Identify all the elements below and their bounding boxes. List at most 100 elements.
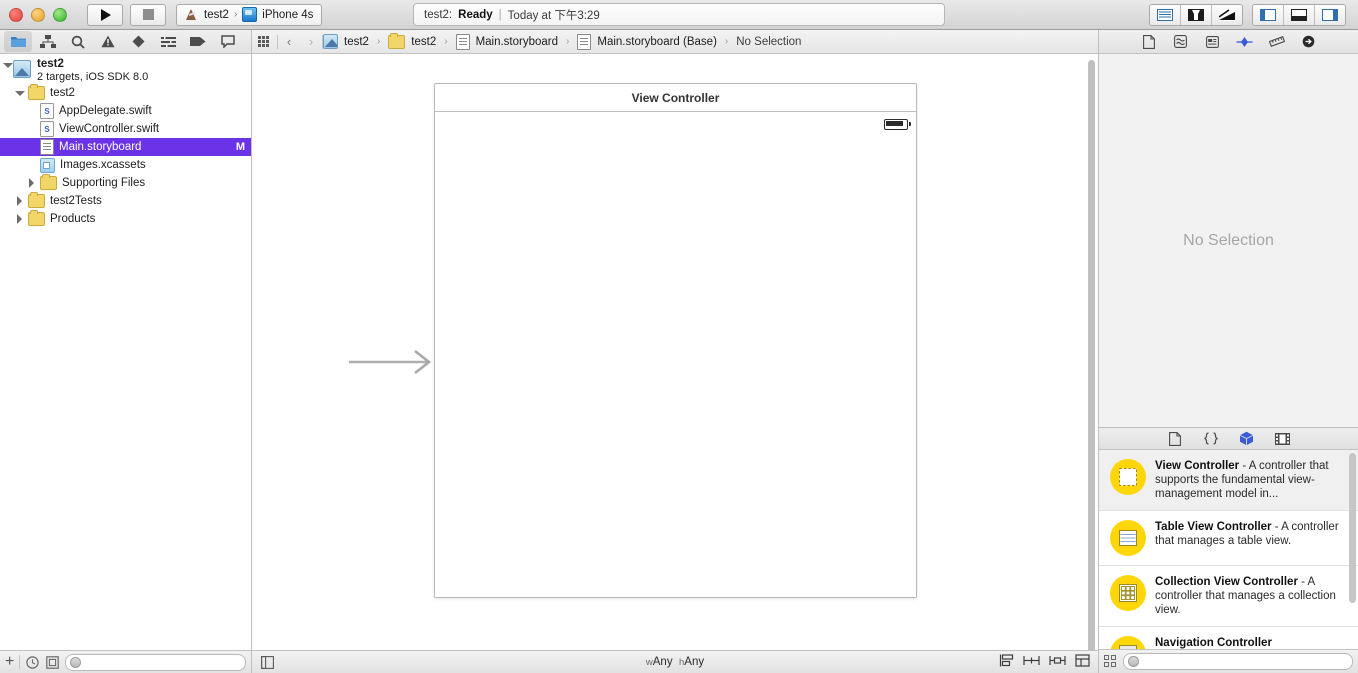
utilities-toggle-button[interactable] xyxy=(1315,4,1345,25)
inspector-tab-identity[interactable] xyxy=(1203,33,1223,51)
project-icon xyxy=(13,60,31,78)
navigator-tab-breakpoint[interactable] xyxy=(184,31,212,52)
inspector-tab-file[interactable] xyxy=(1139,33,1159,51)
identity-icon xyxy=(1206,35,1219,48)
library-tab-code-snippet[interactable] xyxy=(1202,431,1220,447)
close-window-button[interactable] xyxy=(9,7,23,22)
navigator-tab-find[interactable] xyxy=(64,31,92,52)
stop-button[interactable] xyxy=(130,3,166,26)
disclosure-triangle-icon[interactable] xyxy=(14,214,25,224)
recent-files-filter-button[interactable] xyxy=(25,655,40,670)
inspector-tab-size[interactable] xyxy=(1267,33,1287,51)
document-icon xyxy=(1142,34,1155,49)
navigator-tab-test[interactable] xyxy=(124,31,152,52)
quick-help-icon xyxy=(1174,35,1187,48)
scene-view[interactable] xyxy=(435,112,916,597)
status-separator: | xyxy=(498,8,502,21)
library-item-collection-view-controller[interactable]: Collection View Controller - A controlle… xyxy=(1099,566,1358,627)
tree-row-supporting-files[interactable]: Supporting Files xyxy=(0,174,251,192)
breadcrumb-item-group[interactable]: test2 xyxy=(411,36,436,48)
tree-row-appdelegate[interactable]: S AppDelegate.swift xyxy=(0,102,251,120)
tree-item-label: Products xyxy=(50,213,96,225)
navigator-panel: test2 2 targets, iOS SDK 8.0 test2 S App… xyxy=(0,30,252,673)
disclosure-triangle-icon[interactable] xyxy=(26,178,37,188)
library-vertical-scrollbar[interactable] xyxy=(1349,453,1356,603)
object-library-list[interactable]: View Controller - A controller that supp… xyxy=(1099,450,1358,649)
library-filter-field[interactable] xyxy=(1123,653,1353,670)
tree-row-viewcontroller[interactable]: S ViewController.swift xyxy=(0,120,251,138)
navigator-tab-log[interactable] xyxy=(214,31,242,52)
initial-view-controller-arrow xyxy=(349,349,432,375)
storyboard-file-icon xyxy=(455,33,470,50)
scheme-project-icon xyxy=(185,8,199,21)
navigator-tab-symbol[interactable] xyxy=(34,31,62,52)
navigator-tab-debug[interactable] xyxy=(154,31,182,52)
toolbar-right xyxy=(1149,3,1358,26)
forward-button[interactable]: › xyxy=(300,34,322,49)
library-tab-file-template[interactable] xyxy=(1166,431,1184,447)
version-editor-button[interactable] xyxy=(1212,4,1242,25)
assistant-editor-button[interactable] xyxy=(1181,4,1212,25)
tree-item-label: Images.xcassets xyxy=(60,159,146,171)
folder-icon xyxy=(40,174,57,190)
minimize-window-button[interactable] xyxy=(31,7,45,22)
breadcrumb-separator: › xyxy=(444,36,448,47)
size-class-indicator[interactable]: wAny hAny xyxy=(252,656,1098,668)
connections-arrow-icon xyxy=(1302,35,1315,48)
navigator-bottom-bar: + xyxy=(0,650,251,673)
navigator-tab-issue[interactable] xyxy=(94,31,122,52)
disclosure-triangle-icon[interactable] xyxy=(14,91,25,96)
scene-title: View Controller xyxy=(435,84,916,112)
window-controls xyxy=(0,7,67,22)
disclosure-triangle-icon[interactable] xyxy=(2,63,13,68)
folder-icon xyxy=(28,192,45,208)
back-button[interactable]: ‹ xyxy=(278,34,300,49)
status-badge: M xyxy=(235,141,245,153)
navigator-tab-project[interactable] xyxy=(4,31,32,52)
inspector-tab-quick-help[interactable] xyxy=(1171,33,1191,51)
add-file-button[interactable]: + xyxy=(5,654,14,670)
breadcrumb-item-base[interactable]: Main.storyboard (Base) xyxy=(597,36,717,48)
library-item-view-controller[interactable]: View Controller - A controller that supp… xyxy=(1099,450,1358,511)
navigator-filter-field[interactable] xyxy=(65,653,246,671)
standard-editor-button[interactable] xyxy=(1150,4,1181,25)
assistant-editor-icon xyxy=(1188,8,1204,21)
inspector-tab-attributes[interactable] xyxy=(1235,33,1255,51)
scheme-selector[interactable]: test2 › iPhone 4s xyxy=(176,3,323,26)
media-filmstrip-icon xyxy=(1275,432,1290,445)
breadcrumb-item-project[interactable]: test2 xyxy=(344,36,369,48)
library-item-navigation-controller[interactable]: Navigation Controller xyxy=(1099,627,1358,649)
library-grid-toggle-button[interactable] xyxy=(1104,655,1117,668)
inspector-empty-label: No Selection xyxy=(1183,231,1274,249)
tree-row-main-storyboard[interactable]: Main.storyboard M xyxy=(0,138,251,156)
library-tab-object[interactable] xyxy=(1238,431,1256,447)
tree-row-test2tests[interactable]: test2Tests xyxy=(0,192,251,210)
tree-row-project[interactable]: test2 2 targets, iOS SDK 8.0 xyxy=(0,58,251,84)
status-state: Ready xyxy=(458,8,493,21)
source-control-filter-button[interactable] xyxy=(45,655,60,670)
run-button[interactable] xyxy=(87,3,123,26)
breadcrumb-item-file[interactable]: Main.storyboard xyxy=(476,36,558,48)
library-tab-bar xyxy=(1099,427,1358,450)
storyboard-canvas[interactable]: View Controller xyxy=(252,54,1098,650)
library-item-table-view-controller[interactable]: Table View Controller - A controller tha… xyxy=(1099,511,1358,566)
debug-area-toggle-button[interactable] xyxy=(1284,4,1315,25)
zoom-window-button[interactable] xyxy=(53,7,67,22)
battery-icon xyxy=(884,119,911,130)
view-controller-scene[interactable]: View Controller xyxy=(434,83,917,598)
navigator-toggle-button[interactable] xyxy=(1253,4,1284,25)
canvas-vertical-scrollbar[interactable] xyxy=(1088,60,1095,650)
status-project: test2: xyxy=(424,8,453,21)
navigation-controller-icon xyxy=(1110,636,1146,649)
inspector-tab-connections[interactable] xyxy=(1299,33,1319,51)
library-tab-media[interactable] xyxy=(1274,431,1292,447)
scheme-project-label: test2 xyxy=(204,8,229,21)
hierarchy-icon xyxy=(40,35,56,48)
related-items-icon[interactable] xyxy=(258,36,271,47)
utilities-panel-icon xyxy=(1322,8,1338,21)
tree-row-images-xcassets[interactable]: Images.xcassets xyxy=(0,156,251,174)
tree-row-products[interactable]: Products xyxy=(0,210,251,228)
breadcrumb-item-selection[interactable]: No Selection xyxy=(736,36,801,48)
disclosure-triangle-icon[interactable] xyxy=(14,196,25,206)
tree-row-group-test2[interactable]: test2 xyxy=(0,84,251,102)
